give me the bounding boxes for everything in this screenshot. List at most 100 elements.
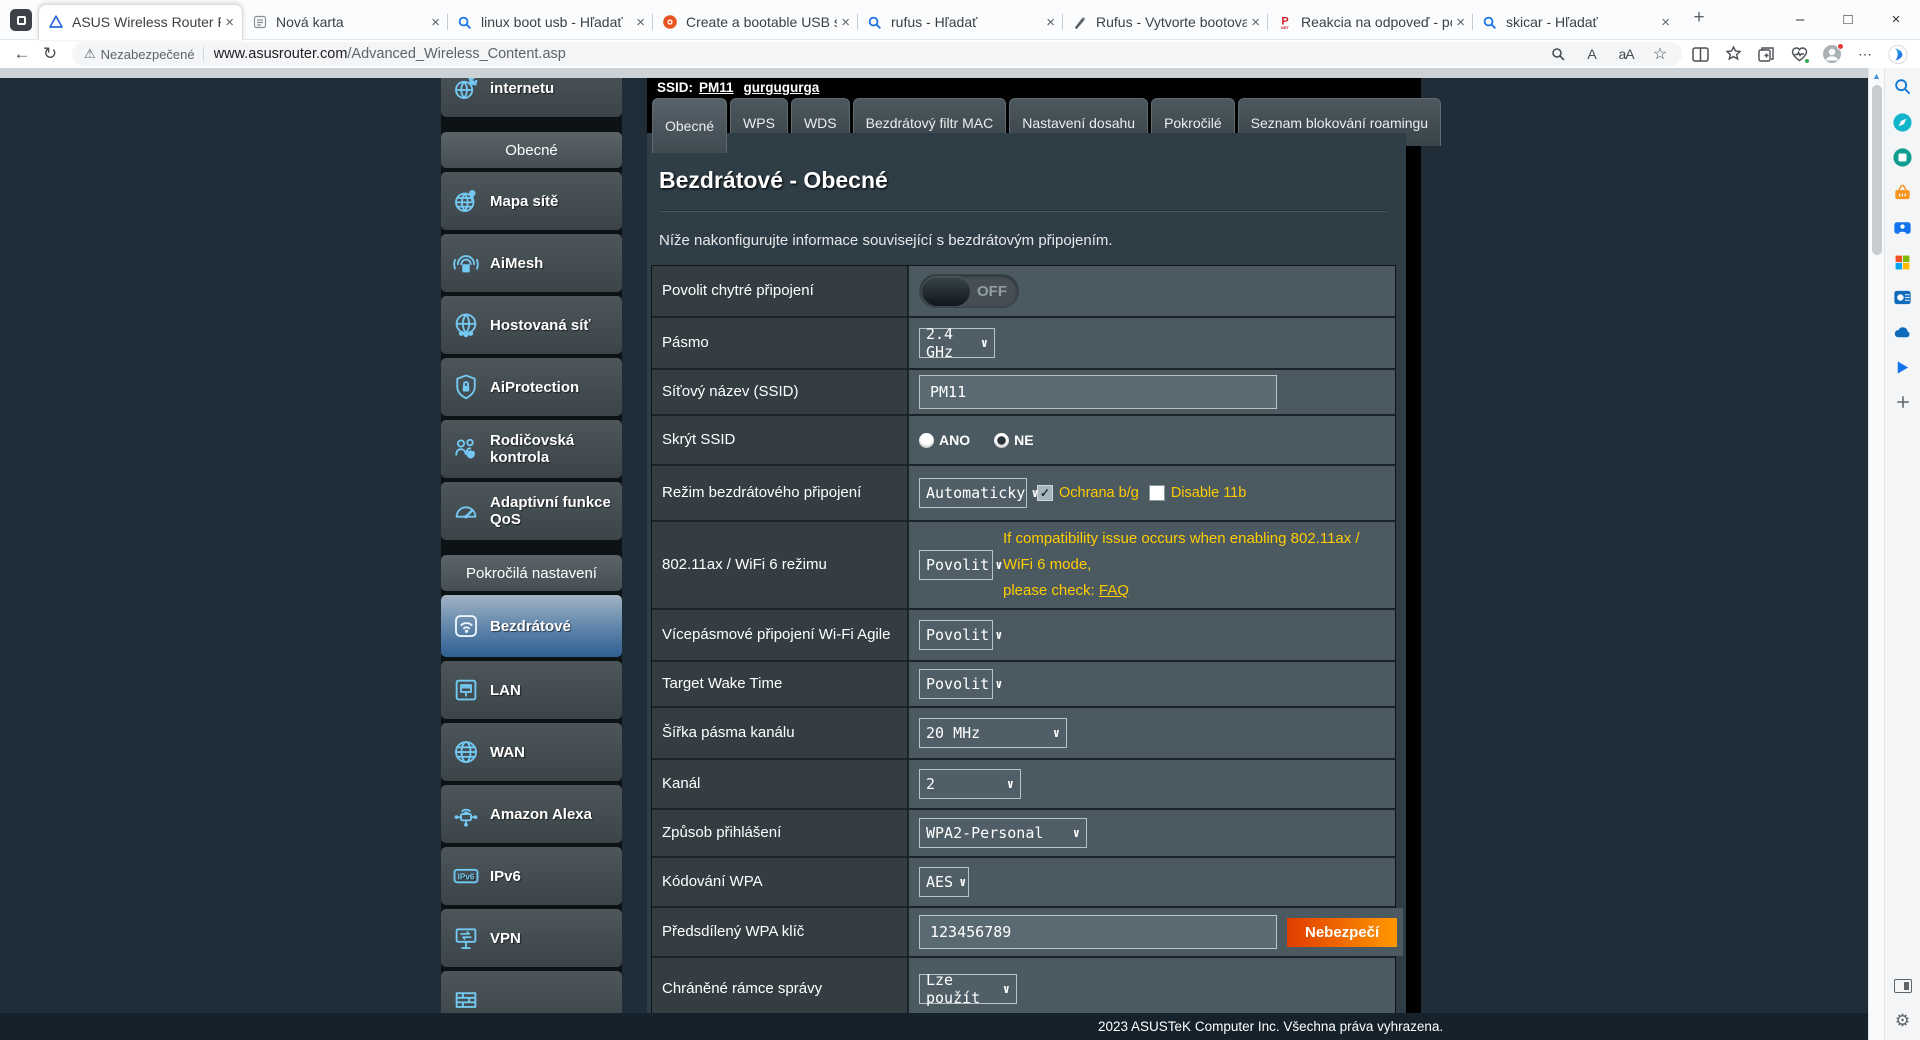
field-label: Kódování WPA [652, 858, 909, 906]
smart-connect-toggle[interactable]: OFF [919, 274, 1019, 308]
agile-multiband-select[interactable]: Povolit ∨ [919, 620, 1002, 650]
sidebar-item-internetu[interactable]: internetu [441, 78, 622, 117]
security-label[interactable]: Nezabezpečené [101, 47, 195, 62]
new-tab-button[interactable]: + [1686, 5, 1712, 31]
auth-method-select[interactable]: WPA2-Personal ∨ [919, 818, 1087, 848]
search-favicon-icon [456, 14, 473, 31]
tab-close-icon[interactable]: × [225, 14, 234, 31]
target-wake-time-select[interactable]: Povolit ∨ [919, 669, 1002, 699]
sidebar-item-bezdr-tov-[interactable]: Bezdrátové [441, 595, 622, 657]
minimize-button[interactable]: – [1776, 0, 1824, 39]
wireless-mode-select[interactable]: Automaticky ∨ [919, 478, 1039, 508]
outlook-icon[interactable] [1892, 286, 1914, 308]
sidebar-item-wan[interactable]: WAN [441, 723, 622, 781]
sidebar-item-ipv6[interactable]: IPv6 IPv6 [441, 847, 622, 905]
copilot-icon[interactable] [1888, 44, 1908, 64]
sidebar-item-mapa-s-t-[interactable]: Mapa sítě [441, 172, 622, 230]
tab-close-icon[interactable]: × [841, 14, 850, 31]
drop-icon[interactable] [1892, 356, 1914, 378]
more-menu-icon[interactable]: ⋯ [1855, 44, 1875, 64]
checkbox-ochrana-b-g[interactable]: ✓ Ochrana b/g [1037, 485, 1139, 501]
sidebar-item-label: Rodičovská kontrola [490, 432, 575, 466]
browser-tab[interactable]: Nová karta × [242, 5, 448, 39]
favorite-star-icon[interactable]: ☆ [1650, 44, 1670, 64]
tab-close-icon[interactable]: × [1661, 14, 1670, 31]
browser-tab[interactable]: Create a bootable USB stick× [652, 5, 858, 39]
ssid-label: SSID: [657, 80, 694, 95]
browser-tab[interactable]: PNET Reakcia na odpoveď - pora× [1267, 5, 1473, 39]
channel-select[interactable]: 2 ∨ [919, 769, 1021, 799]
pmf-select[interactable]: Lze použít ∨ [919, 971, 1017, 1007]
read-aloud-icon[interactable]: A [1582, 44, 1602, 64]
channel-bandwidth-select[interactable]: 20 MHz ∨ [919, 718, 1067, 748]
split-screen-icon[interactable] [1690, 44, 1710, 64]
shopping-icon[interactable] [1892, 181, 1914, 203]
checkbox-disable-11b[interactable]: Disable 11b [1148, 485, 1246, 501]
sidebar-item-hostovan-s-[interactable]: Hostovaná síť [441, 296, 622, 354]
rufus-favicon-icon [1071, 14, 1088, 31]
sidebar-panel-icon[interactable] [1892, 975, 1914, 997]
router-main: SSID: PM11 gurgugurga Obecné WPS WDS Bezdráto… [647, 78, 1442, 1013]
favorites-icon[interactable] [1723, 44, 1743, 64]
url-text[interactable]: www.asusrouter.com/Advanced_Wireless_Con… [214, 46, 1538, 62]
wifi6-mode-select[interactable]: Povolit ∨ [919, 550, 1002, 580]
tab-title: rufus - Hľadať [891, 14, 978, 30]
sidebar-item[interactable] [441, 971, 622, 1013]
close-button[interactable]: × [1872, 0, 1920, 39]
games-icon[interactable] [1892, 216, 1914, 238]
scroll-up-arrow[interactable]: ▲ [1869, 68, 1884, 81]
sidebar-item-aiprotection[interactable]: AiProtection [441, 358, 622, 416]
settings-gear-icon[interactable]: ⚙ [1892, 1010, 1914, 1032]
maximize-button[interactable]: □ [1824, 0, 1872, 39]
sidebar-item-adaptivn-funkce-qos[interactable]: Adaptivní funkce QoS [441, 482, 622, 540]
search-icon[interactable] [1892, 76, 1914, 98]
hide-ssid-radio-ne[interactable]: NE [994, 432, 1034, 448]
wpa-encryption-select[interactable]: AES ∨ [919, 867, 969, 897]
tab-actions-icon[interactable] [10, 9, 32, 31]
wpa-key-input[interactable] [919, 915, 1277, 949]
browser-tab[interactable]: Rufus - Vytvorte bootovací × [1062, 5, 1268, 39]
ssid-input[interactable] [919, 375, 1277, 409]
tab-close-icon[interactable]: × [1251, 14, 1260, 31]
browser-essentials-icon[interactable] [1789, 44, 1810, 64]
ssid-link[interactable]: gurgugurga [744, 80, 820, 95]
discover-icon[interactable] [1892, 111, 1914, 133]
profile-avatar[interactable] [1822, 43, 1844, 64]
collections-icon[interactable] [1756, 44, 1776, 64]
scroll-thumb[interactable] [1871, 85, 1882, 255]
select-value: Automaticky [926, 484, 1026, 502]
sidebar-item-partial-top[interactable]: internetu [441, 78, 622, 117]
address-field[interactable]: ⚠ Nezabezpečené www.asusrouter.com/Advan… [72, 42, 1682, 66]
page-scrollbar[interactable]: ▲ [1868, 68, 1884, 1040]
band-select[interactable]: 2.4 GHz ∨ [919, 325, 995, 361]
tab-close-icon[interactable]: × [431, 14, 440, 31]
refresh-button[interactable]: ↻ [36, 42, 64, 66]
form-row: Předsdílený WPA klíč Nebezpečí [652, 908, 1404, 958]
translate-icon[interactable]: aA [1616, 44, 1636, 64]
faq-link[interactable]: FAQ [1099, 582, 1129, 599]
tab-close-icon[interactable]: × [1046, 14, 1055, 31]
onedrive-icon[interactable] [1892, 321, 1914, 343]
browser-tab[interactable]: ASUS Wireless Router RT-A× [38, 4, 243, 40]
field-value: ANO NE [909, 416, 1395, 464]
search-in-address-icon[interactable] [1548, 44, 1568, 64]
designer-icon[interactable] [1892, 146, 1914, 168]
microsoft365-icon[interactable] [1892, 251, 1914, 273]
ssid-link[interactable]: PM11 [699, 80, 734, 95]
sidebar-item-aimesh[interactable]: AiMesh [441, 234, 622, 292]
browser-tab[interactable]: rufus - Hľadať × [857, 5, 1063, 39]
browser-tab[interactable]: linux boot usb - Hľadať × [447, 5, 653, 39]
sidebar-item-vpn[interactable]: VPN [441, 909, 622, 967]
note-line: If compatibility issue occurs when enabl… [1003, 530, 1360, 573]
radio-label: ANO [939, 432, 971, 448]
sidebar-item-amazon-alexa[interactable]: Amazon Alexa [441, 785, 622, 843]
browser-tab[interactable]: skicar - Hľadať × [1472, 5, 1678, 39]
sidebar-item-rodi-ovsk-kontrola[interactable]: Rodičovská kontrola [441, 420, 622, 478]
hide-ssid-radio-ano[interactable]: ANO [919, 432, 970, 448]
router-tab-obecn-[interactable]: Obecné [652, 98, 728, 153]
tab-close-icon[interactable]: × [1456, 14, 1465, 31]
tab-close-icon[interactable]: × [636, 14, 645, 31]
add-icon[interactable] [1892, 391, 1914, 413]
back-button[interactable]: ← [8, 42, 36, 66]
sidebar-item-lan[interactable]: LAN [441, 661, 622, 719]
